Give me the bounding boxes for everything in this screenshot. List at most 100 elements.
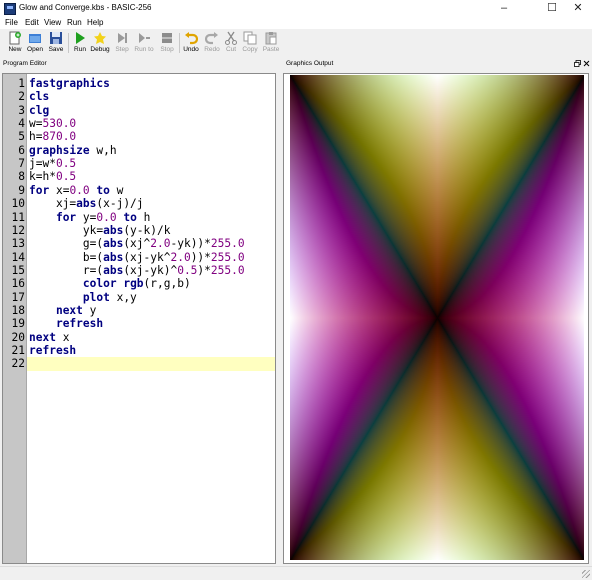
code-line: b=(abs(xj-yk^2.0))*255.0 — [29, 251, 245, 264]
line-number: 12 — [11, 223, 25, 237]
code-token: 0.0 — [96, 210, 117, 224]
code-token: xj= — [29, 197, 77, 211]
code-token: clg — [29, 103, 50, 117]
code-token: cls — [29, 90, 50, 104]
code-token: (y-k)/k — [123, 223, 171, 237]
graphics-canvas[interactable] — [290, 75, 584, 560]
code-line: for x=0.0 to w — [29, 184, 123, 197]
redo-icon — [205, 32, 218, 45]
code-line: g=(abs(xj^2.0-yk))*255.0 — [29, 237, 245, 250]
menu-run[interactable]: Run — [67, 17, 82, 29]
code-token: next — [55, 303, 83, 317]
code-line: graphsize w,h — [29, 144, 117, 157]
line-number: 15 — [11, 263, 25, 277]
graphics-canvas-wrap — [290, 75, 584, 560]
code-token: abs — [103, 263, 124, 277]
code-token: w,h — [89, 143, 117, 157]
code-line: clg — [29, 104, 49, 117]
code-token: abs — [103, 223, 124, 237]
code-token: abs — [103, 237, 124, 251]
minimize-button[interactable]: – — [490, 0, 518, 17]
paste-button[interactable]: Paste — [259, 31, 283, 56]
code-token: h= — [29, 130, 43, 144]
code-token: 255.0 — [210, 237, 245, 251]
line-number: 14 — [11, 250, 25, 264]
menu-help[interactable]: Help — [87, 17, 103, 29]
line-number: 18 — [11, 303, 25, 317]
line-number: 22 — [11, 357, 25, 371]
code-token: plot — [82, 290, 110, 304]
code-token: 0.0 — [69, 183, 90, 197]
code-token: abs — [76, 197, 97, 211]
code-token: (x-j)/j — [96, 197, 144, 211]
line-number: 5 — [18, 130, 25, 144]
line-number: 1 — [18, 77, 25, 90]
code-token: yk= — [29, 223, 104, 237]
code-token: 870.0 — [42, 130, 77, 144]
line-number: 19 — [11, 317, 25, 331]
code-token: 0.5 — [177, 263, 198, 277]
program-editor[interactable]: 1 2 3 4 5 6 7 8 9 10 11 12 13 14 15 16 17 18 19 20 21 22 fast… — [2, 73, 276, 564]
code-token: (xj-yk^ — [123, 250, 171, 264]
code-token: w — [109, 183, 124, 197]
code-token: x,y — [109, 290, 137, 304]
code-token: (xj-yk)^ — [123, 263, 178, 277]
code-token: 0.5 — [55, 157, 77, 171]
title-bar: Glow and Converge.kbs - BASIC-256 – ☐ ✕ — [0, 0, 592, 18]
code-token: for — [55, 210, 77, 224]
step-icon — [118, 33, 127, 43]
app-icon — [4, 3, 16, 15]
code-token: x — [55, 330, 70, 344]
maximize-button[interactable]: ☐ — [538, 0, 566, 17]
code-token: next — [29, 330, 56, 344]
menu-view[interactable]: View — [44, 17, 61, 29]
line-number: 2 — [18, 90, 25, 104]
code-token: 255.0 — [210, 263, 245, 277]
code-line: for y=0.0 to h — [29, 211, 150, 224]
code-line: k=h*0.5 — [29, 170, 76, 183]
line-number: 20 — [11, 330, 25, 344]
code-token: h — [136, 210, 151, 224]
line-number-gutter: 1 2 3 4 5 6 7 8 9 10 11 12 13 14 15 16 17 18 19 20 21 22 — [3, 74, 27, 563]
line-number: 16 — [11, 277, 25, 291]
line-number: 17 — [11, 290, 25, 304]
copy-icon — [243, 31, 257, 45]
code-token: x= — [49, 183, 70, 197]
code-token: b=( — [29, 250, 104, 264]
line-number: 6 — [18, 143, 25, 157]
code-token: 530.0 — [42, 117, 77, 131]
code-token: fastgraphics — [29, 77, 110, 90]
code-token: ))* — [190, 250, 211, 264]
menu-bar: File Edit View Run Help — [0, 17, 592, 29]
window-title: Glow and Converge.kbs - BASIC-256 — [19, 3, 152, 12]
close-icon[interactable] — [583, 60, 590, 67]
code-token: k=h* — [29, 170, 56, 184]
line-number: 21 — [11, 344, 25, 357]
code-token: for — [29, 183, 50, 197]
line-number: 9 — [18, 183, 25, 197]
code-token: color — [82, 277, 117, 291]
menu-file[interactable]: File — [5, 17, 18, 29]
code-token: j=w* — [29, 157, 56, 171]
code-token: -yk))* — [170, 237, 211, 251]
code-line: r=(abs(xj-yk)^0.5)*255.0 — [29, 264, 245, 277]
code-token: refresh — [29, 344, 77, 357]
resize-grip-icon[interactable] — [582, 570, 590, 578]
code-token: r=( — [29, 263, 104, 277]
restore-window-icon[interactable] — [574, 60, 581, 67]
run-icon — [76, 32, 85, 44]
code-token: y — [82, 303, 97, 317]
code-line: h=870.0 — [29, 130, 76, 143]
code-line: xj=abs(x-j)/j — [29, 197, 144, 210]
close-button[interactable]: ✕ — [564, 0, 592, 17]
status-bar — [0, 566, 592, 580]
paste-icon — [265, 32, 277, 45]
line-number: 8 — [18, 170, 25, 184]
code-line: refresh — [29, 317, 103, 330]
menu-edit[interactable]: Edit — [25, 17, 39, 29]
code-token: refresh — [55, 317, 104, 331]
